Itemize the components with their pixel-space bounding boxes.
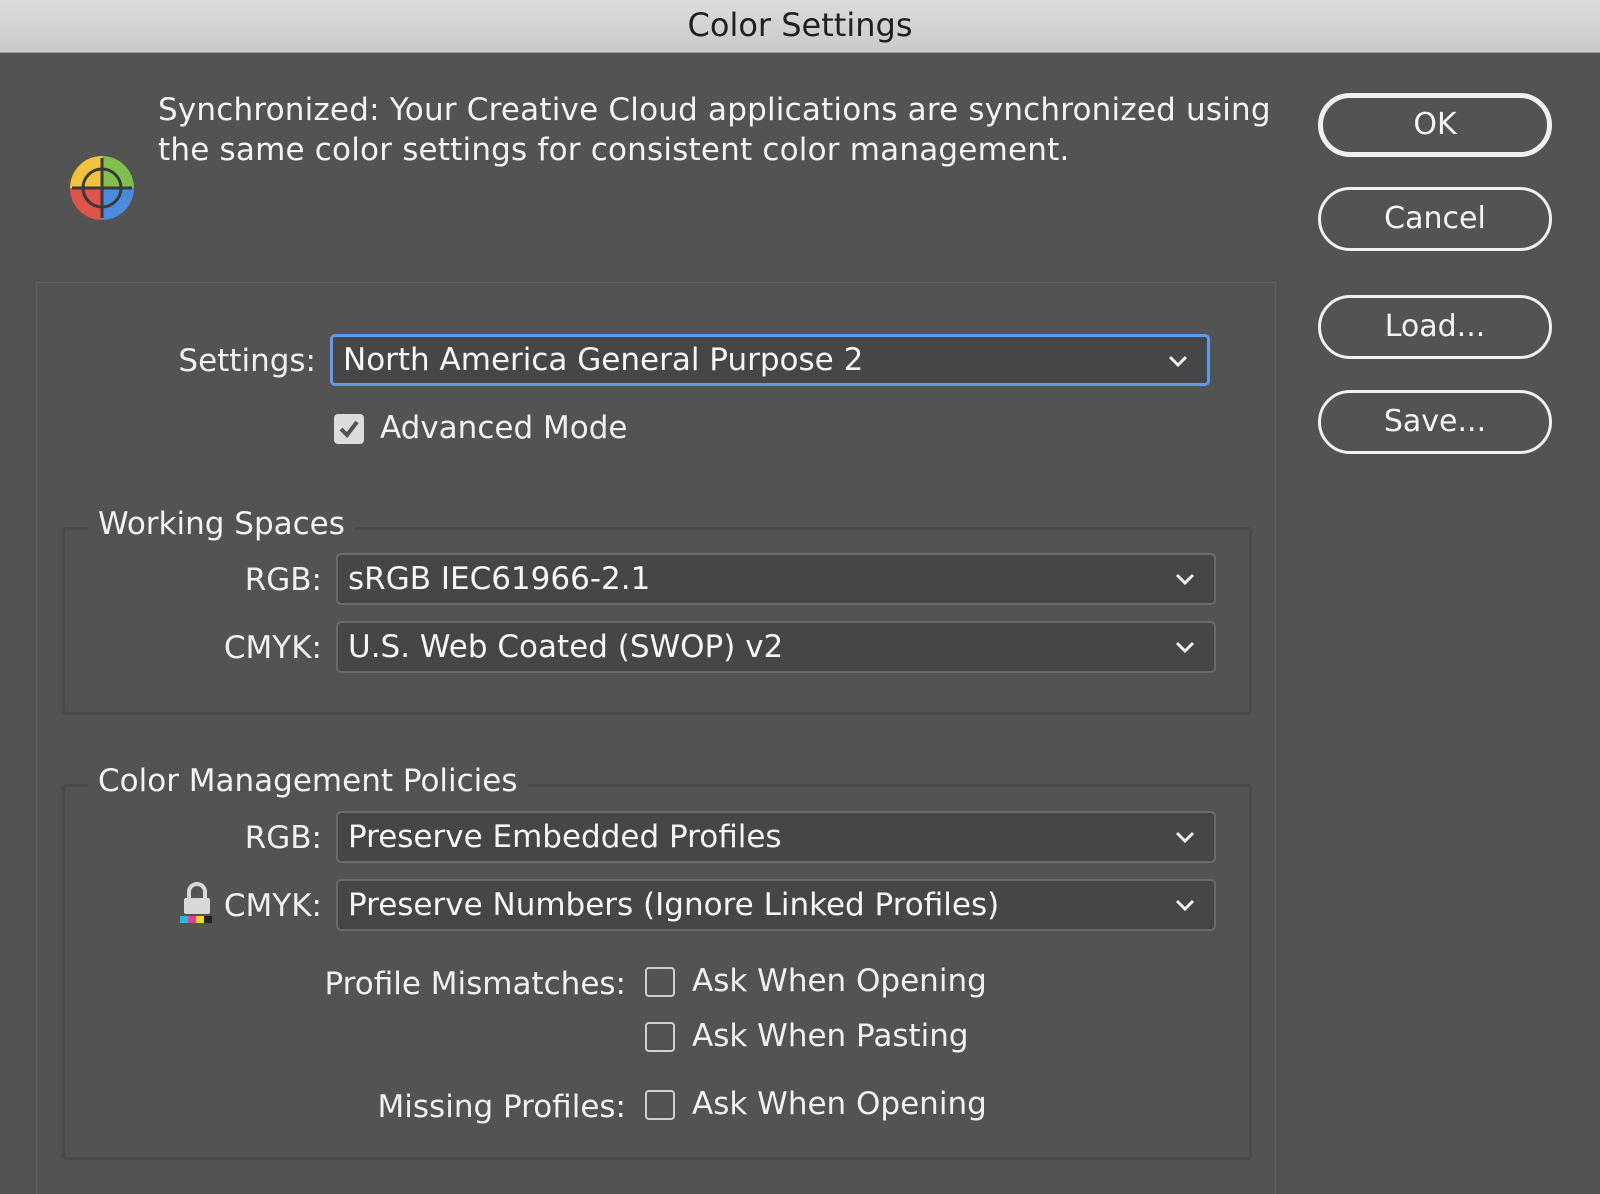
load-button[interactable]: Load... — [1318, 295, 1552, 359]
color-settings-dialog: Color Settings Synchronized: Your Creati… — [0, 0, 1600, 1194]
chevron-down-icon — [1175, 831, 1195, 844]
advanced-mode-checkbox[interactable] — [334, 414, 364, 444]
policy-cmyk-value: Preserve Numbers (Ignore Linked Profiles… — [348, 887, 1000, 923]
advanced-mode-label: Advanced Mode — [380, 410, 628, 446]
save-button[interactable]: Save... — [1318, 390, 1552, 454]
working-spaces-title: Working Spaces — [88, 506, 355, 542]
policy-cmyk-select[interactable]: Preserve Numbers (Ignore Linked Profiles… — [336, 879, 1216, 931]
settings-select-value: North America General Purpose 2 — [343, 342, 864, 378]
chevron-down-icon — [1175, 899, 1195, 912]
ws-cmyk-select[interactable]: U.S. Web Coated (SWOP) v2 — [336, 621, 1216, 673]
ok-button[interactable]: OK — [1318, 93, 1552, 157]
missing-ask-opening-checkbox[interactable] — [645, 1090, 675, 1120]
missing-profiles-label: Missing Profiles: — [377, 1089, 626, 1125]
mismatch-ask-opening-label: Ask When Opening — [692, 963, 987, 999]
policy-rgb-label: RGB: — [244, 820, 322, 856]
mismatch-ask-opening-checkbox[interactable] — [645, 967, 675, 997]
chevron-down-icon — [1175, 573, 1195, 586]
ws-rgb-select[interactable]: sRGB IEC61966-2.1 — [336, 553, 1216, 605]
policy-rgb-select[interactable]: Preserve Embedded Profiles — [336, 811, 1216, 863]
policy-cmyk-label: CMYK: — [223, 888, 322, 924]
ws-cmyk-value: U.S. Web Coated (SWOP) v2 — [348, 629, 784, 665]
sync-status-message: Synchronized: Your Creative Cloud applic… — [158, 92, 1271, 168]
cancel-button[interactable]: Cancel — [1318, 187, 1552, 251]
mismatch-ask-pasting-checkbox[interactable] — [645, 1022, 675, 1052]
ws-rgb-label: RGB: — [244, 562, 322, 598]
mismatch-ask-pasting-label: Ask When Pasting — [692, 1018, 969, 1054]
profile-mismatches-label: Profile Mismatches: — [324, 966, 626, 1002]
ws-rgb-value: sRGB IEC61966-2.1 — [348, 561, 651, 597]
checkmark-icon — [339, 420, 359, 439]
settings-select[interactable]: North America General Purpose 2 — [330, 334, 1210, 386]
policy-rgb-value: Preserve Embedded Profiles — [348, 819, 782, 855]
color-sync-icon — [70, 156, 134, 220]
chevron-down-icon — [1175, 641, 1195, 654]
ws-cmyk-label: CMYK: — [223, 630, 322, 666]
policies-title: Color Management Policies — [88, 763, 528, 799]
settings-label: Settings: — [178, 343, 316, 379]
window-title: Color Settings — [0, 0, 1600, 53]
missing-ask-opening-label: Ask When Opening — [692, 1086, 987, 1122]
chevron-down-icon — [1168, 355, 1188, 368]
